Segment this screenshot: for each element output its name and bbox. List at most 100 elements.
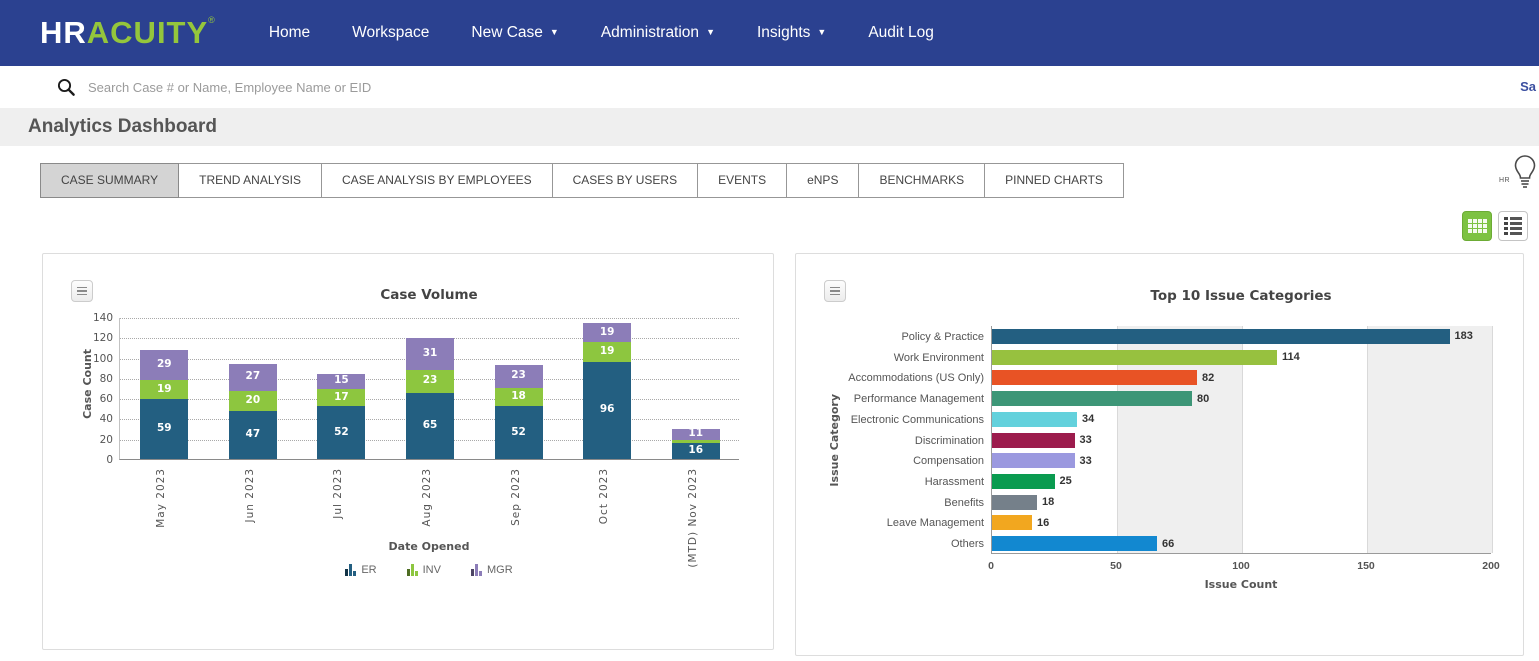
bar-segment-er-may-2023[interactable]: 59 bbox=[140, 399, 188, 459]
search-icon[interactable] bbox=[56, 77, 76, 97]
hbar-policy-practice[interactable] bbox=[992, 329, 1450, 344]
value-label: 34 bbox=[1082, 413, 1094, 425]
hbar-others[interactable] bbox=[992, 536, 1157, 551]
bar-value-label: 52 bbox=[495, 426, 543, 438]
nav-item-label: Administration bbox=[601, 24, 699, 41]
bar-segment-er-jul-2023[interactable]: 52 bbox=[317, 406, 365, 459]
bar-value-label: 20 bbox=[229, 394, 277, 406]
idea-widget-hr-label: HR bbox=[1499, 177, 1510, 184]
list-view-button[interactable] bbox=[1498, 211, 1528, 241]
category-label-discrimination: Discrimination bbox=[796, 435, 984, 447]
value-label: 82 bbox=[1202, 372, 1214, 384]
main-nav: HomeWorkspaceNew Case▼ Administration ▼ Ins… bbox=[248, 24, 955, 42]
ti-y-axis-title: Issue Category bbox=[828, 394, 841, 487]
nav-item-new-case[interactable]: New Case▼ bbox=[450, 24, 579, 42]
hbar-work-environment[interactable] bbox=[992, 350, 1277, 365]
ti-x-axis-title: Issue Count bbox=[991, 578, 1491, 591]
nav-item-administration[interactable]: Administration ▼ bbox=[580, 24, 736, 42]
bar-segment-inv-sep-2023[interactable]: 18 bbox=[495, 388, 543, 406]
bar-segment-er-aug-2023[interactable]: 65 bbox=[406, 393, 454, 459]
bar-value-label: 52 bbox=[317, 426, 365, 438]
page-title: Analytics Dashboard bbox=[28, 116, 217, 138]
top-issue-categories-card: Top 10 Issue Categories 050100150200Poli… bbox=[795, 253, 1524, 656]
nav-item-audit-log[interactable]: Audit Log bbox=[847, 24, 955, 42]
save-link-truncated[interactable]: Sa bbox=[1520, 79, 1536, 94]
value-label: 66 bbox=[1162, 538, 1174, 550]
x-tick-label: 100 bbox=[1221, 560, 1261, 572]
hbar-accommodations-us-only[interactable] bbox=[992, 370, 1197, 385]
hbar-discrimination[interactable] bbox=[992, 433, 1075, 448]
x-tick-label-jun-2023: Jun 2023 bbox=[244, 468, 256, 522]
hbar-benefits[interactable] bbox=[992, 495, 1037, 510]
tab-cases-by-users[interactable]: CASES BY USERS bbox=[552, 163, 698, 198]
value-label: 33 bbox=[1080, 455, 1092, 467]
tab-benchmarks[interactable]: BENCHMARKS bbox=[858, 163, 985, 198]
tab-pinned-charts[interactable]: PINNED CHARTS bbox=[984, 163, 1124, 198]
category-label-benefits: Benefits bbox=[796, 497, 984, 509]
legend-label: INV bbox=[423, 564, 441, 576]
bar-segment-er-mtd-nov-2023[interactable]: 16 bbox=[672, 443, 720, 459]
hbar-electronic-communications[interactable] bbox=[992, 412, 1077, 427]
ti-plot-area bbox=[991, 326, 1491, 554]
tab-case-analysis-by-employees[interactable]: CASE ANALYSIS BY EMPLOYEES bbox=[321, 163, 553, 198]
nav-item-workspace[interactable]: Workspace bbox=[331, 24, 450, 42]
bar-segment-inv-oct-2023[interactable]: 19 bbox=[583, 342, 631, 361]
value-label: 33 bbox=[1080, 434, 1092, 446]
bar-segment-er-oct-2023[interactable]: 96 bbox=[583, 362, 631, 459]
tab-case-summary[interactable]: CASE SUMMARY bbox=[40, 163, 179, 198]
bar-segment-inv-aug-2023[interactable]: 23 bbox=[406, 370, 454, 393]
caret-down-icon: ▼ bbox=[706, 27, 715, 37]
bar-segment-mgr-may-2023[interactable]: 29 bbox=[140, 350, 188, 379]
dashboard-tabs: CASE SUMMARYTREND ANALYSISCASE ANALYSIS … bbox=[40, 163, 1124, 198]
page-title-strip: Analytics Dashboard bbox=[0, 108, 1539, 146]
bar-segment-mgr-oct-2023[interactable]: 19 bbox=[583, 323, 631, 342]
category-label-policy-practice: Policy & Practice bbox=[796, 331, 984, 343]
legend-item-mgr[interactable]: MGR bbox=[471, 564, 513, 576]
bar-segment-inv-mtd-nov-2023[interactable] bbox=[672, 440, 720, 443]
bar-segment-mgr-jun-2023[interactable]: 27 bbox=[229, 364, 277, 391]
hbar-harassment[interactable] bbox=[992, 474, 1055, 489]
hbar-leave-management[interactable] bbox=[992, 515, 1032, 530]
bar-segment-inv-jun-2023[interactable]: 20 bbox=[229, 391, 277, 411]
category-label-compensation: Compensation bbox=[796, 455, 984, 467]
bar-segment-mgr-sep-2023[interactable]: 23 bbox=[495, 365, 543, 388]
bar-segment-er-sep-2023[interactable]: 52 bbox=[495, 406, 543, 459]
bar-segment-mgr-jul-2023[interactable]: 15 bbox=[317, 374, 365, 389]
hracuity-logo[interactable]: HRACUITY® bbox=[40, 15, 216, 51]
nav-item-home[interactable]: Home bbox=[248, 24, 331, 42]
grid-view-button[interactable] bbox=[1462, 211, 1492, 241]
top-navbar: HRACUITY® HomeWorkspaceNew Case▼Administ… bbox=[0, 0, 1539, 66]
bar-segment-mgr-mtd-nov-2023[interactable]: 11 bbox=[672, 429, 720, 440]
y-tick-label: 20 bbox=[75, 434, 113, 446]
chart-menu-icon[interactable] bbox=[71, 280, 93, 302]
logo-acuity-text: ACUITY bbox=[87, 15, 208, 50]
bar-segment-mgr-aug-2023[interactable]: 31 bbox=[406, 338, 454, 369]
legend-item-er[interactable]: ER bbox=[345, 564, 376, 576]
hbar-compensation[interactable] bbox=[992, 453, 1075, 468]
view-toggles bbox=[1462, 211, 1528, 241]
nav-item-insights[interactable]: Insights▼ bbox=[736, 24, 847, 42]
value-label: 80 bbox=[1197, 393, 1209, 405]
tab-enps[interactable]: eNPS bbox=[786, 163, 859, 198]
cv-plot-area: 5919294720275217156523315218239619191611 bbox=[119, 318, 739, 460]
search-input[interactable] bbox=[88, 72, 1288, 102]
bar-segment-inv-may-2023[interactable]: 19 bbox=[140, 380, 188, 399]
value-label: 25 bbox=[1060, 475, 1072, 487]
legend-label: ER bbox=[361, 564, 376, 576]
nav-item-label: Audit Log bbox=[868, 24, 934, 41]
tab-events[interactable]: EVENTS bbox=[697, 163, 787, 198]
plot-band bbox=[1367, 326, 1492, 553]
bar-value-label: 29 bbox=[140, 358, 188, 370]
legend-item-inv[interactable]: INV bbox=[407, 564, 441, 576]
tab-trend-analysis[interactable]: TREND ANALYSIS bbox=[178, 163, 322, 198]
chart-menu-icon[interactable] bbox=[824, 280, 846, 302]
hbar-performance-management[interactable] bbox=[992, 391, 1192, 406]
x-tick-label: 50 bbox=[1096, 560, 1136, 572]
idea-widget[interactable]: HR bbox=[1499, 150, 1539, 194]
bar-segment-er-jun-2023[interactable]: 47 bbox=[229, 411, 277, 459]
x-tick-label-may-2023: May 2023 bbox=[155, 468, 167, 528]
bar-segment-inv-jul-2023[interactable]: 17 bbox=[317, 389, 365, 406]
bar-value-label: 31 bbox=[406, 347, 454, 359]
lightbulb-icon bbox=[1505, 150, 1539, 190]
value-label: 183 bbox=[1455, 330, 1473, 342]
